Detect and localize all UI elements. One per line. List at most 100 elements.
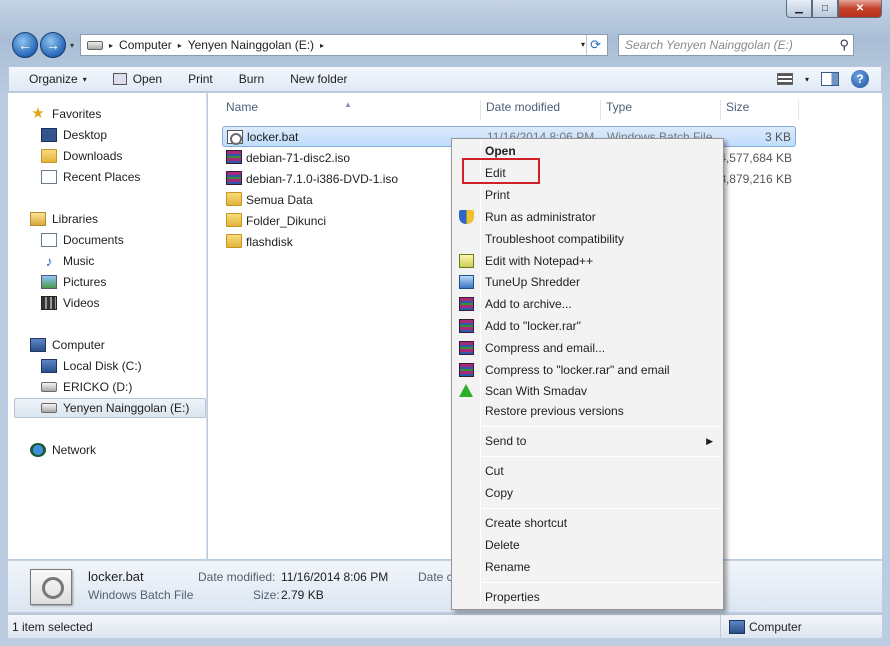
removable-drive-icon <box>41 403 57 413</box>
column-name[interactable]: Name <box>226 100 258 114</box>
nav-local-disk-c[interactable]: Local Disk (C:) <box>41 356 142 376</box>
edit-highlight-annotation <box>462 158 540 184</box>
column-divider[interactable] <box>798 100 799 120</box>
folder-icon <box>226 213 242 227</box>
breadcrumb-computer[interactable]: Computer <box>119 38 172 52</box>
preview-pane-icon[interactable] <box>821 72 839 86</box>
breadcrumb-separator[interactable]: ▸ <box>109 41 113 50</box>
breadcrumb-separator[interactable]: ▸ <box>178 41 182 50</box>
menu-item-run-as-admin[interactable]: Run as administrator <box>485 207 596 227</box>
nav-yenyen-e-label: Yenyen Nainggolan (E:) <box>63 401 190 415</box>
menu-item-delete[interactable]: Delete <box>485 535 520 555</box>
winrar-icon <box>459 297 474 311</box>
notepad-plus-plus-icon <box>459 254 474 268</box>
menu-item-scan-smadav[interactable]: Scan With Smadav <box>485 381 587 401</box>
nav-computer[interactable]: Computer <box>30 335 105 355</box>
open-icon <box>112 73 127 85</box>
address-history-dropdown[interactable]: ▾ <box>581 35 585 55</box>
videos-icon <box>41 296 57 310</box>
minimize-button[interactable]: ▁ <box>786 0 812 18</box>
chevron-down-icon: ▾ <box>82 74 87 84</box>
column-type[interactable]: Type <box>606 100 632 114</box>
column-divider[interactable] <box>720 100 721 120</box>
change-view-icon[interactable] <box>776 73 793 85</box>
navigation-bar: ← → ▾ ▸ Computer ▸ Yenyen Nainggolan (E:… <box>12 30 884 60</box>
menu-item-compress-locker-rar-email[interactable]: Compress to "locker.rar" and email <box>485 360 670 380</box>
new-folder-button[interactable]: New folder <box>290 72 347 86</box>
column-divider[interactable] <box>480 100 481 120</box>
back-button[interactable]: ← <box>12 32 38 58</box>
details-date-label: Date modified: <box>198 570 276 584</box>
status-bar: 1 item selected Computer <box>8 614 882 639</box>
file-name: debian-7.1.0-i386-DVD-1.iso <box>246 171 399 186</box>
menu-item-properties[interactable]: Properties <box>485 587 540 607</box>
menu-item-send-to[interactable]: Send to <box>485 431 526 451</box>
selection-count: 1 item selected <box>12 620 93 634</box>
nav-videos[interactable]: Videos <box>41 293 99 313</box>
removable-drive-icon <box>41 382 57 392</box>
menu-item-rename[interactable]: Rename <box>485 557 530 577</box>
menu-item-edit-notepad-plus-plus[interactable]: Edit with Notepad++ <box>485 251 593 271</box>
column-header: ▲ Name Date modified Type Size <box>208 93 882 121</box>
nav-recent-places[interactable]: Recent Places <box>41 167 140 187</box>
libraries-icon <box>30 212 46 226</box>
breadcrumb-drive-e[interactable]: Yenyen Nainggolan (E:) <box>188 38 314 52</box>
menu-item-troubleshoot[interactable]: Troubleshoot compatibility <box>485 229 624 249</box>
close-button[interactable]: ✕ <box>838 0 882 18</box>
desktop-icon <box>41 128 57 142</box>
column-divider[interactable] <box>600 100 601 120</box>
nav-network[interactable]: Network <box>30 440 96 460</box>
search-icon[interactable]: ⚲ <box>839 37 849 53</box>
details-file-name: locker.bat <box>88 569 144 584</box>
nav-network-label: Network <box>52 443 97 457</box>
open-label: Open <box>132 72 163 86</box>
nav-yenyen-e[interactable]: Yenyen Nainggolan (E:) <box>14 398 206 418</box>
menu-item-restore-previous-versions[interactable]: Restore previous versions <box>485 401 624 421</box>
forward-button[interactable]: → <box>40 32 66 58</box>
nav-libraries[interactable]: Libraries <box>30 209 98 229</box>
organize-button[interactable]: Organize ▾ <box>29 72 87 86</box>
open-button[interactable]: Open <box>112 72 163 86</box>
menu-item-tuneup-shredder[interactable]: TuneUp Shredder <box>485 272 580 292</box>
burn-button[interactable]: Burn <box>239 72 264 86</box>
uac-shield-icon <box>459 210 474 224</box>
winrar-archive-icon <box>226 150 242 164</box>
details-pane: locker.bat Windows Batch File Date modif… <box>8 560 882 612</box>
menu-item-print[interactable]: Print <box>485 185 510 205</box>
nav-music-label: Music <box>63 254 95 268</box>
file-name: Folder_Dikunci <box>246 213 327 228</box>
nav-downloads[interactable]: Downloads <box>41 146 122 166</box>
details-size-value: 2.79 KB <box>281 588 324 602</box>
print-button[interactable]: Print <box>188 72 213 86</box>
nav-videos-label: Videos <box>63 296 100 310</box>
nav-ericko-d-label: ERICKO (D:) <box>63 380 133 394</box>
menu-item-cut[interactable]: Cut <box>485 461 504 481</box>
recent-pages-dropdown[interactable]: ▾ <box>70 41 74 50</box>
nav-music[interactable]: ♪ Music <box>41 251 95 271</box>
file-size: 3 KB <box>764 129 791 144</box>
menu-item-copy[interactable]: Copy <box>485 483 513 503</box>
column-date-modified[interactable]: Date modified <box>486 100 560 114</box>
breadcrumb-separator[interactable]: ▸ <box>320 41 324 50</box>
navigation-pane: ★ Favorites Desktop Downloads Recent Plac… <box>8 93 207 559</box>
context-menu: Open Edit Print Run as administrator Tro… <box>451 138 724 610</box>
refresh-icon[interactable]: ⟳ <box>586 35 604 55</box>
nav-favorites[interactable]: ★ Favorites <box>30 104 101 124</box>
address-bar[interactable]: ▸ Computer ▸ Yenyen Nainggolan (E:) ▸ ▾ … <box>80 34 609 56</box>
menu-item-create-shortcut[interactable]: Create shortcut <box>485 513 567 533</box>
details-date-value: 11/16/2014 8:06 PM <box>281 570 389 584</box>
shredder-icon <box>459 275 474 289</box>
nav-documents[interactable]: Documents <box>41 230 124 250</box>
chevron-down-icon[interactable]: ▾ <box>805 75 809 84</box>
menu-item-compress-and-email[interactable]: Compress and email... <box>485 338 605 358</box>
menu-item-add-to-locker-rar[interactable]: Add to "locker.rar" <box>485 316 581 336</box>
maximize-button[interactable]: □ <box>812 0 838 18</box>
column-size[interactable]: Size <box>726 100 749 114</box>
nav-desktop[interactable]: Desktop <box>41 125 107 145</box>
nav-ericko-d[interactable]: ERICKO (D:) <box>41 377 132 397</box>
search-input[interactable]: Search Yenyen Nainggolan (E:) ⚲ <box>618 34 855 56</box>
menu-item-add-to-archive[interactable]: Add to archive... <box>485 294 572 314</box>
nav-pictures[interactable]: Pictures <box>41 272 106 292</box>
help-icon[interactable]: ? <box>851 70 869 88</box>
menu-separator <box>482 508 721 509</box>
